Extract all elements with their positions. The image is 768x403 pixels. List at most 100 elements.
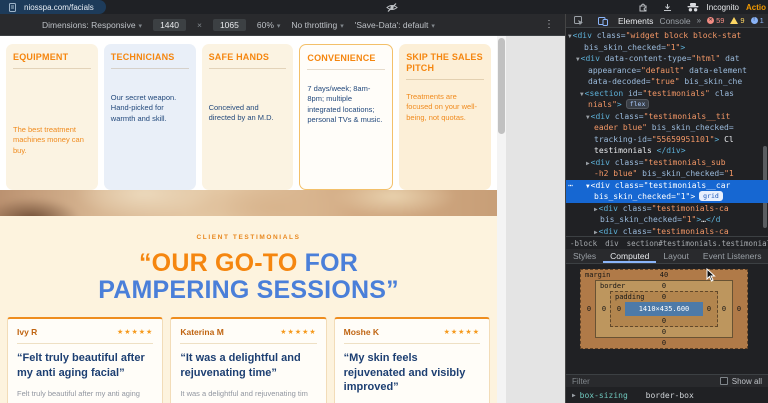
padding-right-value[interactable]: 0 (703, 305, 715, 313)
save-data-selector[interactable]: 'Save-Data': default (355, 20, 435, 30)
code-token: nials" (588, 100, 617, 109)
border-label: border (600, 281, 625, 291)
testimonial-card: Ivy R★★★★★“Felt truly beautiful after my… (7, 317, 163, 403)
code-token: ▼ (580, 91, 584, 98)
code-token: "testimonials__car (644, 181, 731, 190)
flex-badge[interactable]: flex (626, 99, 650, 109)
padding-top-value[interactable]: 0 (662, 293, 666, 301)
error-count-badge[interactable]: 59 (707, 16, 724, 25)
code-token: "testimonials" (642, 89, 714, 98)
tree-node[interactable]: ▶<div class="testimonials-ca (566, 203, 768, 215)
code-token: class= (623, 227, 652, 236)
tree-node[interactable]: ▼<div data-content-type="html" dat (566, 53, 768, 65)
border-bottom-value[interactable]: 0 (598, 327, 730, 337)
tree-node[interactable]: tracking-id="55659951101"> Cl (566, 134, 768, 146)
box-model-border[interactable]: border0 0 padding0 0 1410×435.600 0 (595, 280, 733, 338)
incognito-label: Incognito (707, 3, 739, 12)
border-top-value[interactable]: 0 (662, 282, 666, 290)
testimonial-card-header: Moshe K★★★★★ (344, 327, 480, 337)
breadcrumb-item[interactable]: -block (570, 239, 597, 248)
padding-bottom-value[interactable]: 0 (613, 316, 715, 326)
viewport-height-input[interactable]: 1065 (213, 19, 246, 31)
more-tabs-chevron[interactable]: » (697, 16, 701, 25)
device-toolbar-more-icon[interactable]: ⋮ (541, 20, 557, 30)
tree-node[interactable]: ▼<div class="testimonials__tit (566, 111, 768, 123)
code-token: appearance= (588, 66, 641, 75)
tree-node[interactable]: testimonials </div> (566, 145, 768, 157)
warning-count-badge[interactable]: 9 (730, 16, 744, 25)
tab-computed[interactable]: Computed (603, 249, 656, 263)
grid-badge[interactable]: grid (699, 191, 723, 201)
device-viewport: EQUIPMENTThe best treatment machines mon… (0, 36, 565, 403)
testimonial-card-header: Ivy R★★★★★ (17, 327, 153, 337)
tree-node[interactable]: bis_skin_checked="1">grid (566, 191, 768, 203)
inspect-element-icon[interactable] (574, 16, 584, 26)
extensions-puzzle-icon[interactable] (638, 2, 648, 12)
margin-bottom-value[interactable]: 0 (583, 338, 745, 348)
computed-filter-bar: Filter Show all (566, 374, 768, 387)
tree-node[interactable]: ▶<div class="testimonials_sub (566, 157, 768, 169)
dimensions-selector[interactable]: Dimensions: Responsive (42, 20, 142, 30)
box-model-margin[interactable]: margin40 0 border0 0 padding0 0 (580, 269, 748, 349)
tree-node[interactable]: ⋯▼<div class="testimonials__car (566, 180, 768, 192)
omnibox[interactable]: niosspa.com/facials (0, 0, 402, 14)
viewport-width-input[interactable]: 1440 (153, 19, 186, 31)
tree-node[interactable]: nials">flex (566, 99, 768, 111)
breadcrumb-item[interactable]: div (605, 239, 619, 248)
margin-left-value[interactable]: 0 (583, 305, 595, 313)
code-token: class= (615, 112, 644, 121)
throttling-selector[interactable]: No throttling (291, 20, 343, 30)
tab-elements[interactable]: Elements (618, 16, 653, 26)
margin-top-value[interactable]: 40 (660, 271, 668, 279)
code-token: <div (591, 181, 615, 190)
show-all-checkbox[interactable] (720, 377, 728, 385)
tree-node[interactable]: ▼<section id="testimonials" clas (566, 88, 768, 100)
downloads-icon[interactable] (663, 3, 672, 12)
border-left-value[interactable]: 0 (598, 305, 610, 313)
tree-node[interactable]: appearance="default" data-element (566, 65, 768, 77)
tree-node[interactable]: ▶<div class="testimonials-ca (566, 226, 768, 237)
page-info-icon[interactable] (9, 3, 16, 12)
code-token: ▼ (586, 114, 590, 121)
hero-photo (0, 190, 497, 216)
padding-left-value[interactable]: 0 (613, 305, 625, 313)
issues-count-badge[interactable]: 1 (751, 16, 764, 25)
show-all-toggle[interactable]: Show all (720, 377, 762, 386)
testimonial-cards: Ivy R★★★★★“Felt truly beautiful after my… (0, 317, 497, 403)
heading-line-1: “OUR GO-TO FOR (0, 250, 497, 277)
margin-right-value[interactable]: 0 (733, 305, 745, 313)
tree-node[interactable]: bis_skin_checked="1">…</d (566, 214, 768, 226)
border-right-value[interactable]: 0 (718, 305, 730, 313)
code-token: class= (615, 181, 644, 190)
tree-node[interactable]: data-decoded="true" bis_skin_che (566, 76, 768, 88)
mouse-cursor (706, 268, 716, 287)
filter-input[interactable]: Filter (572, 377, 590, 386)
url-text[interactable]: niosspa.com/facials (24, 3, 94, 12)
tree-node[interactable]: bis_skin_checked="1"> (566, 42, 768, 54)
box-model-padding[interactable]: padding0 0 1410×435.600 0 0 (610, 291, 718, 327)
box-model-content[interactable]: 1410×435.600 (625, 302, 703, 316)
tab-styles[interactable]: Styles (566, 249, 603, 263)
tree-node[interactable]: -h2 blue" bis_skin_checked="1 (566, 168, 768, 180)
breadcrumb-item[interactable]: section#testimonials.testimonials (627, 239, 768, 248)
code-token: "55659951101" (652, 135, 715, 144)
code-token: data-content-type= (605, 54, 692, 63)
tab-event-listeners[interactable]: Event Listeners (696, 249, 768, 263)
node-menu-icon[interactable]: ⋯ (568, 180, 573, 192)
property-expand-icon[interactable]: ▶ (572, 392, 576, 399)
content-blocked-eye-icon[interactable] (386, 3, 398, 12)
page-scrollbar-thumb[interactable] (498, 38, 505, 134)
zoom-selector[interactable]: 60% (257, 20, 281, 30)
tab-layout[interactable]: Layout (656, 249, 696, 263)
action-extension-button[interactable]: Actio (746, 3, 766, 12)
tab-console[interactable]: Console (659, 16, 690, 26)
url-chip[interactable]: niosspa.com/facials (0, 0, 106, 14)
device-toolbar-toggle-icon[interactable] (598, 16, 608, 26)
box-model-diagram[interactable]: margin40 0 border0 0 padding0 0 (580, 269, 748, 349)
tree-node[interactable]: eader blue" bis_skin_checked= (566, 122, 768, 134)
property-name: box-sizing (580, 391, 642, 400)
tree-node[interactable]: ▼<div class="widget block block-stat (566, 30, 768, 42)
code-token: class= (615, 158, 644, 167)
feature-card: CONVENIENCE7 days/week; 8am-8pm; multipl… (299, 44, 393, 190)
page-scrollbar[interactable] (497, 36, 506, 403)
